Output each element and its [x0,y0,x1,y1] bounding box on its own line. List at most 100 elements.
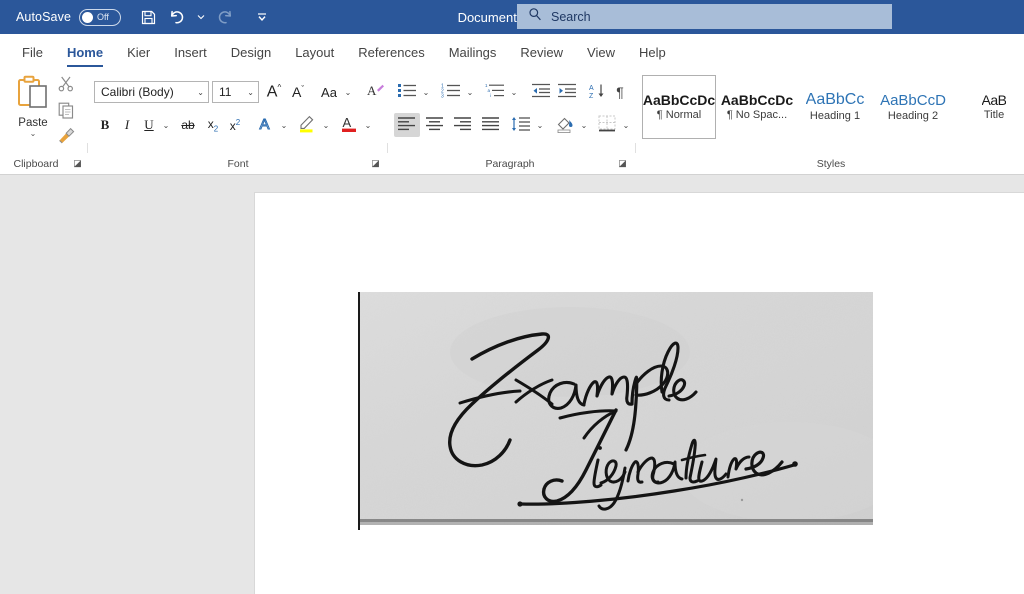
bold-label: B [101,117,110,133]
clipboard-dialog-launcher[interactable]: ◪ [72,158,83,169]
redo-icon[interactable] [212,4,238,30]
increase-indent-button[interactable] [554,80,580,104]
sort-button[interactable]: AZ [584,80,610,104]
tab-mailings[interactable]: Mailings [437,36,509,69]
font-color-button[interactable]: A [336,113,362,137]
align-left-button[interactable] [394,113,420,137]
multilevel-list-button[interactable]: 1ai [482,80,508,104]
subscript-button[interactable]: x2 [202,113,224,137]
tab-review[interactable]: Review [508,36,575,69]
numbering-dropdown-icon[interactable]: ⌄ [464,80,476,104]
underline-label: U [144,117,153,133]
line-spacing-dropdown-icon[interactable]: ⌄ [534,113,546,137]
tab-home[interactable]: Home [55,36,115,69]
underline-button[interactable]: U [138,113,160,137]
borders-dropdown-icon[interactable]: ⌄ [620,113,632,137]
change-case-button[interactable]: Aa [316,80,342,104]
format-painter-icon [57,126,76,150]
font-color-dropdown-icon[interactable]: ⌄ [362,113,374,137]
borders-button[interactable] [594,113,620,137]
text-effects-dropdown-icon[interactable]: ⌄ [278,113,290,137]
style-preview: AaBbCcD [880,93,946,108]
multilevel-list-dropdown-icon[interactable]: ⌄ [508,80,520,104]
chevron-down-icon[interactable]: ⌄ [197,88,204,97]
numbering-button[interactable]: 123 [438,80,464,104]
paste-label: Paste [18,117,47,129]
clear-formatting-icon: A [366,81,385,103]
align-right-button[interactable] [450,113,476,137]
autosave-switch[interactable]: Off [79,9,121,26]
shading-dropdown-icon[interactable]: ⌄ [578,113,590,137]
signature-image[interactable] [360,292,873,525]
tab-view[interactable]: View [575,36,627,69]
chevron-down-icon[interactable]: ⌄ [247,88,254,97]
borders-icon [598,115,617,135]
line-spacing-button[interactable] [508,113,534,137]
strikethrough-button[interactable]: ab [176,113,200,137]
change-case-dropdown-icon[interactable]: ⌄ [342,80,354,104]
undo-icon[interactable] [164,4,190,30]
style-heading-2[interactable]: AaBbCcD Heading 2 [876,75,950,139]
copy-button[interactable] [52,99,80,125]
style-name: ¶ Normal [657,109,701,121]
justify-button[interactable] [478,113,504,137]
tab-help[interactable]: Help [627,36,678,69]
shading-button[interactable] [552,113,578,137]
align-center-button[interactable] [422,113,448,137]
autosave-toggle[interactable]: AutoSave Off [16,9,121,26]
tab-file[interactable]: File [10,36,55,69]
style-no-spacing[interactable]: AaBbCcDc ¶ No Spac... [720,75,794,139]
document-page[interactable] [255,193,1024,594]
grow-font-button[interactable]: A^ [262,80,286,104]
clear-formatting-button[interactable]: A [362,80,388,104]
tab-layout[interactable]: Layout [283,36,346,69]
highlight-dropdown-icon[interactable]: ⌄ [320,113,332,137]
style-normal[interactable]: AaBbCcDc ¶ Normal [642,75,716,139]
show-formatting-marks-button[interactable]: ¶ [610,80,630,104]
bullets-button[interactable] [394,80,420,104]
text-effects-icon: A [257,114,276,136]
svg-text:A: A [367,83,377,98]
ribbon-group-clipboard: Paste ⌄ [0,69,88,153]
search-input[interactable]: Search [517,4,892,29]
paragraph-dialog-launcher[interactable]: ◪ [617,158,628,169]
paste-dropdown-icon[interactable]: ⌄ [30,130,37,138]
highlight-icon [297,113,318,137]
italic-button[interactable]: I [116,113,138,137]
style-name: Heading 1 [810,110,860,122]
bold-button[interactable]: B [94,113,116,137]
cut-button[interactable] [52,73,80,99]
underline-dropdown-icon[interactable]: ⌄ [160,113,172,137]
group-label-clipboard: Clipboard [0,153,72,175]
paste-button[interactable]: Paste ⌄ [8,75,58,138]
style-heading-1[interactable]: AaBbCc Heading 1 [798,75,872,139]
font-name-combobox[interactable]: Calibri (Body) ⌄ [94,81,209,103]
copy-icon [57,101,75,124]
superscript-button[interactable]: x2 [224,113,246,137]
line-spacing-icon [511,116,531,135]
highlight-button[interactable] [294,113,320,137]
ribbon-tabs: File Home Kier Insert Design Layout Refe… [0,34,1024,69]
customize-quick-access-icon[interactable] [249,4,275,30]
group-label-paragraph: Paragraph [388,153,632,175]
undo-dropdown-icon[interactable] [193,4,209,30]
decrease-indent-button[interactable] [528,80,554,104]
shading-icon [555,115,576,136]
tab-kier[interactable]: Kier [115,36,162,69]
tab-insert[interactable]: Insert [162,36,219,69]
shrink-font-button[interactable]: Aˇ [286,80,310,104]
strikethrough-label: ab [181,118,194,132]
signature-image-container[interactable] [360,292,873,527]
svg-text:i: i [490,93,491,98]
save-icon[interactable] [135,4,161,30]
bullets-icon [398,83,417,101]
tab-references[interactable]: References [346,36,436,69]
font-dialog-launcher[interactable]: ◪ [370,158,381,169]
bullets-dropdown-icon[interactable]: ⌄ [420,80,432,104]
sort-icon: AZ [588,83,607,102]
format-painter-button[interactable] [52,125,80,151]
font-size-combobox[interactable]: 11 ⌄ [212,81,259,103]
text-effects-button[interactable]: A [254,113,278,137]
tab-design[interactable]: Design [219,36,283,69]
style-title[interactable]: AaB Title [954,75,1024,139]
